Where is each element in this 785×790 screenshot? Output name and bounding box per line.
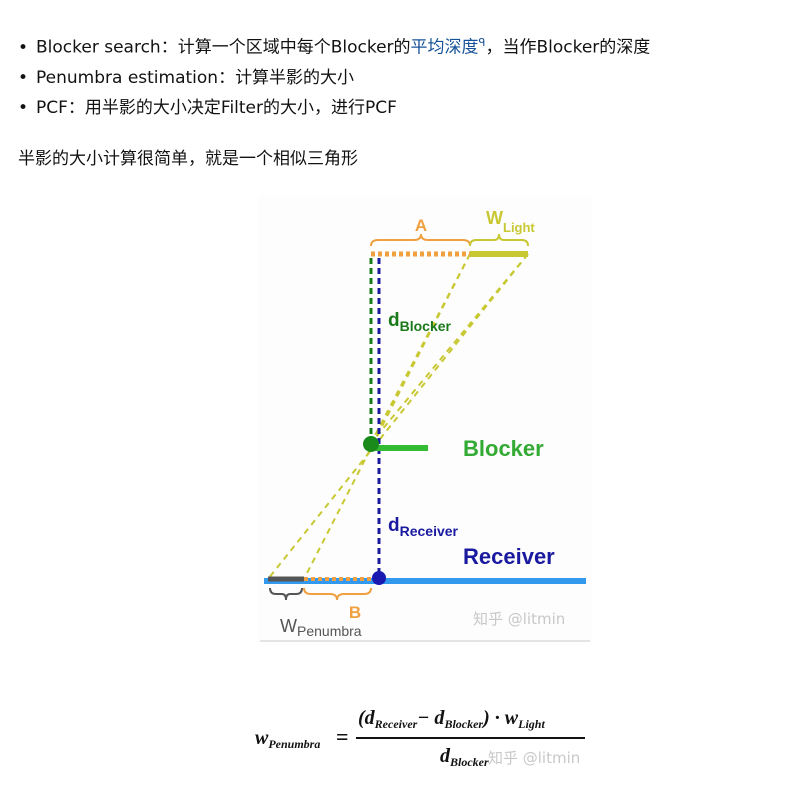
pcss-diagram: A WLight dBlocker Blocker dReceiver Rece… (258, 196, 592, 642)
formula-watermark: 知乎 @litmin (488, 749, 580, 767)
formula-numerator: (dReceiver− dBlocker) · wLight (358, 707, 545, 731)
label-b: B (349, 603, 361, 622)
label-blocker: Blocker (463, 436, 544, 461)
bullet-term: Blocker search (36, 37, 161, 58)
formula-num-close: ) · w (481, 707, 519, 729)
formula-lhs: wPenumbra (255, 727, 320, 751)
paragraph-similar-triangles: 半影的大小计算很简单，就是一个相似三角形 (18, 149, 358, 169)
label-receiver: Receiver (463, 544, 555, 569)
formula-lhs-sub: Penumbra (268, 737, 320, 751)
label-d-receiver-sub: Receiver (400, 523, 459, 539)
penumbra-formula: wPenumbra = (dReceiver− dBlocker) · wLig… (255, 707, 585, 769)
label-w-light-main: W (486, 208, 503, 228)
formula-num-sub-light: Light (517, 717, 545, 731)
average-depth-link[interactable]: 平均深度 (411, 38, 479, 58)
formula-lhs-w: w (255, 727, 269, 749)
bullet-item-blocker-search: • Blocker search：计算一个区域中每个Blocker的平均深度ᑫ，当… (18, 28, 650, 63)
formula-den-sub: Blocker (449, 755, 489, 769)
diagram-background (258, 196, 592, 642)
formula-denominator: dBlocker (440, 745, 489, 769)
bullet-item-penumbra-estimation: • Penumbra estimation：计算半影的大小 (18, 63, 650, 93)
label-d-receiver-main: d (388, 515, 400, 536)
blocker-point (363, 436, 379, 452)
bullet-term: PCF (36, 97, 68, 118)
diagram-watermark: 知乎 @litmin (473, 610, 565, 628)
formula-num-open: (d (358, 707, 376, 729)
bullet-text: 计算一个区域中每个Blocker的 (177, 37, 411, 58)
bullet-term: Penumbra estimation (36, 67, 219, 88)
bullet-sep: ： (160, 37, 178, 58)
label-a: A (415, 216, 427, 235)
formula-num-minus: − d (417, 707, 445, 729)
bullet-sep: ： (218, 67, 236, 88)
bullet-sep: ： (67, 97, 85, 118)
label-w-light-sub: Light (503, 220, 535, 235)
formula-equals: = (336, 724, 349, 749)
label-w-penumbra-sub: Penumbra (297, 623, 362, 639)
bullet-item-pcf: • PCF：用半影的大小决定Filter的大小，进行PCF (18, 93, 650, 123)
formula-num-sub-receiver: Receiver (374, 717, 418, 731)
receiver-point (372, 571, 386, 585)
label-d-blocker-sub: Blocker (400, 318, 452, 334)
formula-num-sub-blocker: Blocker (443, 717, 483, 731)
label-d-blocker-main: d (388, 310, 400, 331)
bullet-text: 计算半影的大小 (235, 67, 355, 88)
bullet-list: • Blocker search：计算一个区域中每个Blocker的平均深度ᑫ，当… (18, 28, 650, 123)
bullet-text: 用半影的大小决定Filter的大小，进行PCF (84, 97, 397, 118)
bullet-dot: • (18, 97, 29, 118)
bullet-dot: • (18, 37, 29, 58)
bullet-dot: • (18, 67, 29, 88)
bullet-text-after: ，当作Blocker的深度 (485, 37, 651, 58)
label-w-penumbra-main: W (280, 616, 297, 636)
